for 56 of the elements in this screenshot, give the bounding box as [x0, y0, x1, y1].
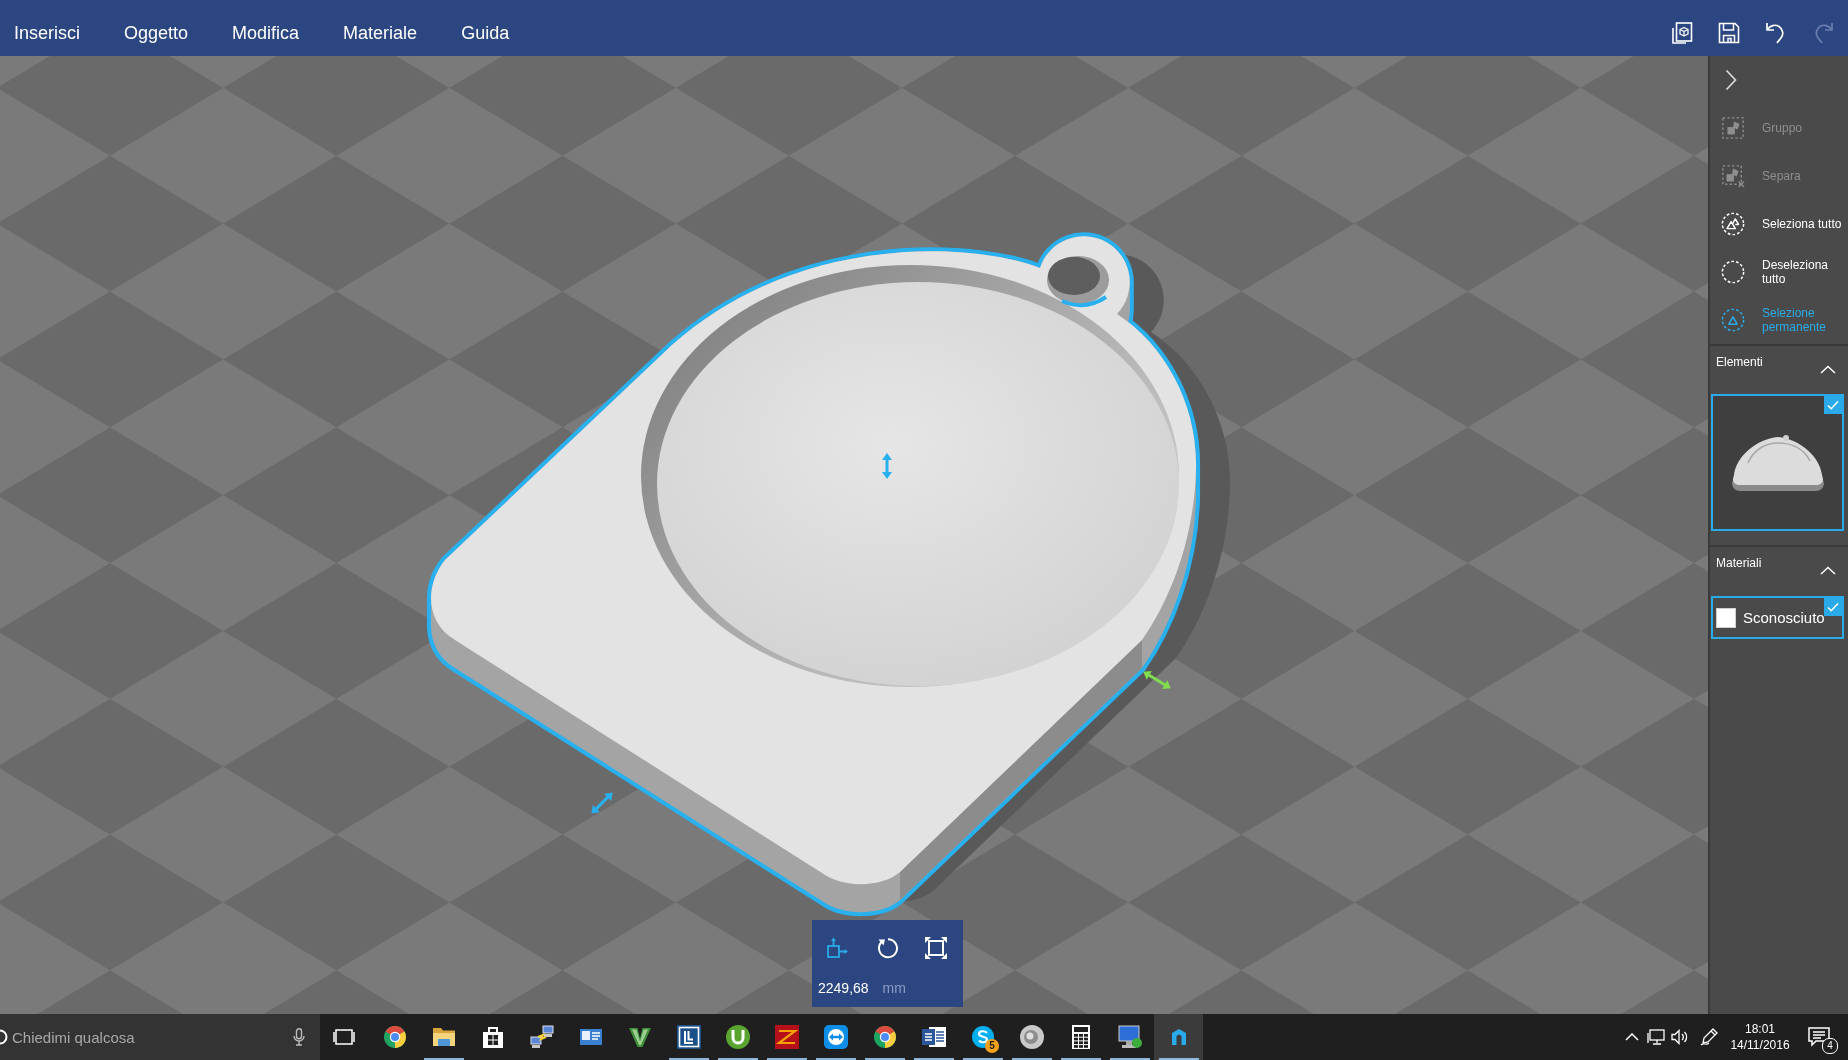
double-arrow-tile-icon: [823, 1025, 848, 1049]
count-badge: 4: [1822, 1038, 1838, 1054]
shopping-bag-icon: [480, 1025, 505, 1049]
unit-label: mm: [882, 980, 906, 996]
checkmark-icon: [1824, 598, 1842, 616]
ring-icon: [0, 1029, 8, 1045]
square-arrows-icon[interactable]: [826, 936, 850, 960]
microphone-icon[interactable]: [293, 1028, 305, 1046]
clock-date: 14/11/2016: [1730, 1037, 1790, 1053]
volume-icon[interactable]: [1671, 1029, 1689, 1045]
dimension-value: 2249,68: [818, 980, 869, 996]
square-corners-icon[interactable]: [924, 936, 948, 960]
folder-icon: [431, 1025, 456, 1049]
select-all-button[interactable]: Seleziona tutto: [1710, 200, 1848, 248]
menu-item[interactable]: Inserisci: [14, 21, 80, 45]
task-view-icon[interactable]: [333, 1029, 355, 1045]
dashed-circle-triangles-icon: [1721, 212, 1745, 236]
search-bar[interactable]: Chiedimi qualcosa: [0, 1014, 320, 1060]
section-heading: Materiali: [1716, 556, 1762, 570]
document-tile-icon: [921, 1025, 946, 1049]
clock-time: 18:01: [1745, 1021, 1775, 1037]
zigzag-tile-icon: [774, 1025, 799, 1049]
segmented-circle-icon: [872, 1025, 897, 1049]
double-arrow-icon[interactable]: [1143, 671, 1171, 689]
pen-icon[interactable]: [1700, 1028, 1718, 1046]
chevron-up-icon[interactable]: [1625, 1033, 1639, 1041]
section-heading: Elementi: [1716, 355, 1763, 369]
monitor-icon: [1117, 1025, 1142, 1049]
caret-up-icon[interactable]: [1820, 365, 1836, 374]
segmented-circle-icon: [382, 1025, 407, 1049]
save-icon[interactable]: [1717, 21, 1741, 45]
v-shape-icon: [627, 1025, 652, 1049]
caret-up-icon[interactable]: [1820, 566, 1836, 575]
deselect-all-button[interactable]: Deseleziona tutto: [1710, 248, 1848, 296]
speaker-disc-icon: [1019, 1025, 1044, 1049]
network-icon[interactable]: [1647, 1029, 1665, 1045]
keychain-model-drawing[interactable]: [427, 232, 1230, 917]
search-field[interactable]: Chiedimi qualcosa: [12, 1022, 289, 1052]
material-item[interactable]: Sconosciuto: [1711, 596, 1844, 639]
menu-item[interactable]: Oggetto: [124, 21, 189, 45]
menu-item[interactable]: Materiale: [343, 21, 418, 45]
networked-monitors-icon: [529, 1025, 554, 1049]
framed-square-icon: [676, 1025, 701, 1049]
chevron-right-icon[interactable]: [1725, 69, 1737, 91]
count-badge: 5: [985, 1039, 999, 1053]
round-logo-icon: [725, 1025, 750, 1049]
curve-disc-icon: [970, 1025, 995, 1049]
model-thumbnail[interactable]: [1711, 394, 1844, 531]
cube-page-icon[interactable]: [1670, 21, 1694, 45]
rotate-arrow-icon[interactable]: [875, 936, 899, 960]
menu-item[interactable]: Modifica: [232, 21, 300, 45]
menu-item[interactable]: Guida: [461, 21, 510, 45]
checkmark-icon: [1824, 396, 1842, 414]
dashed-circle-icon: [1721, 260, 1745, 284]
dashed-square-shapes-icon: [1721, 116, 1745, 140]
dashed-square-cross-icon: [1721, 164, 1745, 188]
